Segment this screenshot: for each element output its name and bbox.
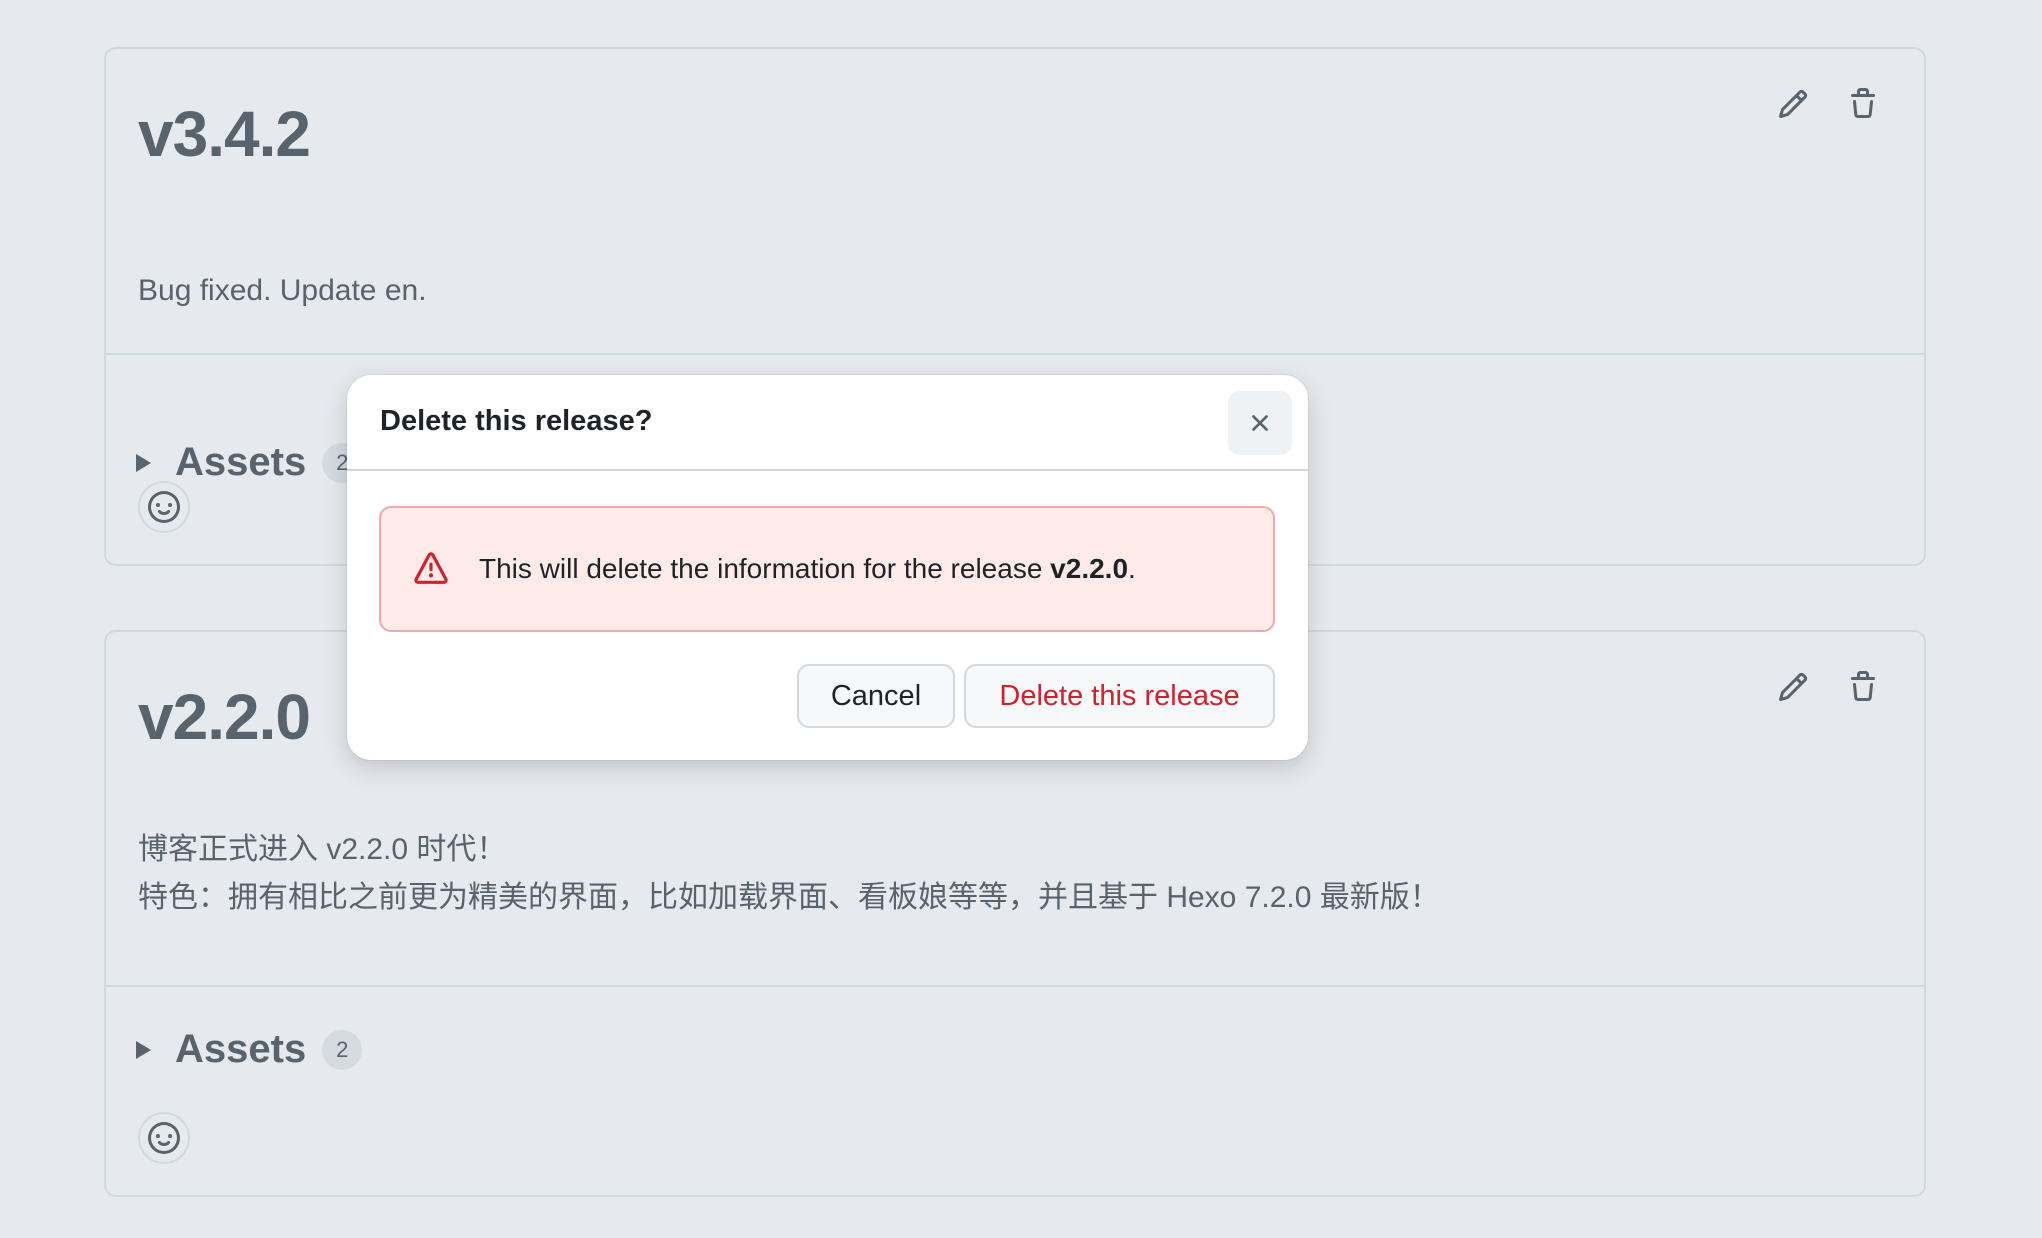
smiley-icon (148, 1122, 180, 1154)
pencil-icon (1778, 89, 1808, 119)
release-actions (1776, 670, 1880, 704)
dialog-header: Delete this release? (347, 375, 1308, 471)
release-tag: v2.2.0 (1050, 553, 1129, 584)
release-notes: Bug fixed. Update en. (138, 267, 427, 315)
dialog-title: Delete this release? (380, 405, 653, 437)
add-reaction-button[interactable] (138, 1112, 190, 1164)
caret-right-icon (136, 453, 151, 472)
delete-release-button[interactable] (1846, 670, 1880, 704)
smiley-icon (148, 491, 180, 523)
delete-release-button[interactable] (1846, 87, 1880, 121)
close-dialog-button[interactable] (1228, 391, 1292, 455)
alert-icon (413, 551, 449, 587)
close-icon (1252, 415, 1268, 431)
assets-toggle[interactable]: Assets 2 (136, 440, 363, 485)
pencil-icon (1778, 672, 1808, 702)
divider (106, 353, 1924, 355)
cancel-button[interactable]: Cancel (797, 664, 955, 728)
danger-flash-message: This will delete the information for the… (379, 506, 1275, 632)
add-reaction-button[interactable] (138, 481, 190, 533)
trash-icon (1851, 88, 1875, 118)
edit-release-button[interactable] (1776, 670, 1810, 704)
release-notes: 博客正式进入 v2.2.0 时代！ 特色：拥有相比之前更为精美的界面，比如加载界… (138, 826, 1440, 922)
release-title: v2.2.0 (138, 681, 311, 753)
confirm-delete-button[interactable]: Delete this release (964, 664, 1275, 728)
release-notes-line: 特色：拥有相比之前更为精美的界面，比如加载界面、看板娘等等，并且基于 Hexo … (138, 881, 1440, 914)
edit-release-button[interactable] (1776, 87, 1810, 121)
caret-right-icon (136, 1040, 151, 1059)
release-notes-line: Bug fixed. Update en. (138, 274, 427, 307)
release-actions (1776, 87, 1880, 121)
release-notes-line: 博客正式进入 v2.2.0 时代！ (138, 833, 507, 866)
assets-toggle[interactable]: Assets 2 (136, 1027, 363, 1072)
assets-label: Assets (175, 440, 307, 484)
message-prefix: This will delete the information for the… (479, 553, 1051, 584)
assets-count-badge: 2 (322, 1029, 363, 1070)
dialog-message: This will delete the information for the… (479, 553, 1136, 585)
divider (106, 985, 1924, 987)
release-title: v3.4.2 (138, 98, 311, 170)
message-suffix: . (1128, 553, 1136, 584)
assets-label: Assets (175, 1027, 307, 1071)
trash-icon (1851, 671, 1875, 701)
delete-release-dialog: Delete this release? This will delete th… (347, 375, 1308, 760)
